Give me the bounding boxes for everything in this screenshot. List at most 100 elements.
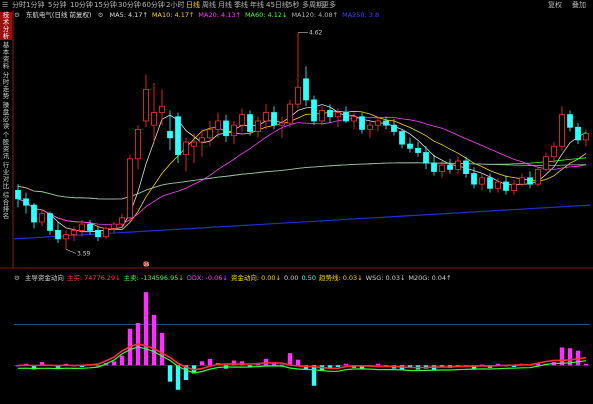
candle-body [487, 177, 493, 189]
flow-bar [175, 365, 181, 390]
candle-body [23, 198, 29, 206]
ma-line-ma20 [17, 116, 587, 225]
candle-body [311, 99, 317, 122]
candle-body [271, 112, 277, 126]
candle-body [247, 114, 253, 132]
candle-body [127, 158, 133, 219]
flow-bar [159, 332, 165, 366]
candle-body [463, 160, 469, 174]
candle-body [351, 116, 357, 122]
candle-body [47, 213, 53, 231]
candle-body [343, 112, 349, 122]
flow-bar [119, 355, 125, 366]
candle-body [295, 86, 301, 105]
candle-body [87, 223, 93, 231]
candle-body [399, 131, 405, 145]
candle-body [159, 105, 165, 113]
candle-body [303, 78, 309, 101]
candle-body [39, 213, 45, 223]
candle-body [439, 164, 445, 172]
candle-body [527, 177, 533, 185]
candle-body [135, 128, 141, 160]
flow-bar [199, 361, 205, 366]
candle-body [327, 110, 333, 118]
candle-body [559, 114, 565, 147]
candle-body [119, 217, 125, 225]
candle-body [287, 103, 293, 124]
candle-body [15, 190, 21, 200]
candle-body [367, 124, 373, 130]
ma-line-ma60 [17, 157, 587, 200]
candle-body [183, 141, 189, 156]
candle-body [231, 124, 237, 137]
flow-bar [111, 361, 117, 366]
candle-body [423, 152, 429, 164]
candle-body [143, 88, 149, 122]
event-marker-label: 26 [144, 262, 150, 268]
trend-line-green [17, 346, 587, 374]
flow-bar [375, 363, 381, 366]
candle-body [31, 204, 37, 223]
low-pointer [65, 249, 77, 254]
candle-body [495, 181, 501, 189]
candle-body [503, 181, 509, 191]
candle-body [567, 114, 573, 128]
flow-bar [263, 358, 269, 366]
candle-body [535, 168, 541, 185]
candle-body [55, 230, 61, 240]
flow-bar [311, 365, 317, 386]
candle-body [191, 141, 197, 147]
ma-line-ma10 [17, 110, 587, 231]
flow-bar [143, 292, 149, 366]
candle-body [583, 133, 589, 141]
candle-body [255, 120, 261, 132]
candle-body [575, 126, 581, 141]
candle-body [391, 124, 397, 132]
candle-body [207, 128, 213, 139]
candle-body [359, 116, 365, 130]
candle-body [551, 145, 557, 158]
flow-bar [295, 359, 301, 366]
candle-body [215, 120, 221, 130]
candle-body [543, 156, 549, 170]
candle-body [447, 164, 453, 170]
candle-body [199, 137, 205, 143]
candle-body [375, 120, 381, 126]
candle-body [407, 143, 413, 149]
candle-body [511, 183, 517, 191]
flow-bar [583, 363, 589, 366]
candle-body [455, 160, 461, 170]
candle-body [479, 177, 485, 185]
candle-body [71, 230, 77, 236]
candle-body [239, 114, 245, 126]
flow-bar [287, 353, 293, 366]
candle-body [431, 162, 437, 172]
candle-body [519, 177, 525, 185]
ma-line-ma120 [17, 162, 587, 200]
candle-body [63, 234, 69, 240]
candle-body [471, 173, 477, 185]
candle-body [319, 110, 325, 122]
flow-bar [207, 358, 213, 366]
candle-body [95, 230, 101, 238]
flow-bar [167, 365, 173, 382]
trend-line-red [17, 343, 587, 371]
candle-body [383, 120, 389, 126]
candle-body [335, 112, 341, 118]
candle-body [103, 227, 109, 238]
candle-body [415, 147, 421, 153]
low-label: 3.59 [77, 250, 91, 257]
candle-body [151, 112, 157, 126]
high-label: 4.62 [309, 30, 323, 37]
candle-body [223, 120, 229, 137]
flow-bar [279, 364, 285, 366]
candle-body [175, 116, 181, 156]
flow-bar [343, 363, 349, 366]
flow-bar [335, 365, 341, 368]
candle-body [279, 122, 285, 126]
candle-body [167, 131, 173, 139]
candlestick-chart[interactable]: 4.62 3.59 26 [0, 0, 593, 404]
flow-bar [151, 314, 157, 366]
candle-body [263, 112, 269, 122]
candle-body [111, 223, 117, 229]
